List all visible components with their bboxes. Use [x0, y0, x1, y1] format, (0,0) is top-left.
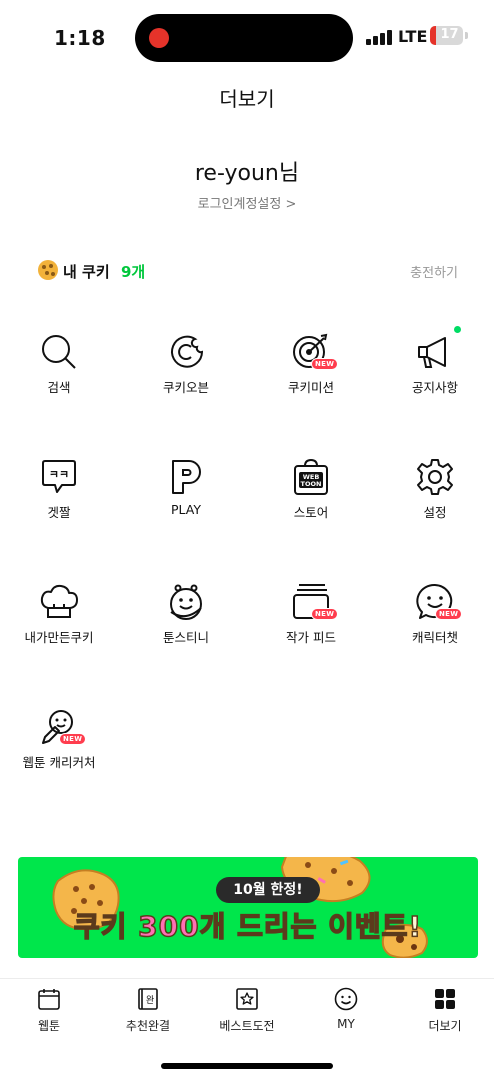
smile-icon [334, 987, 358, 1011]
dynamic-island [135, 14, 353, 62]
tab-best[interactable]: 베스트도전 [198, 987, 296, 1043]
tab-label: 추천완결 [125, 1019, 171, 1033]
menu-label: 검색 [47, 380, 71, 395]
bottom-tab-bar: 웹툰 완 추천완결 베스트도전 MY 더보기 [0, 978, 494, 1050]
signal-icon [366, 29, 392, 45]
tab-label: 웹툰 [37, 1019, 61, 1033]
tab-label: 더보기 [428, 1019, 462, 1033]
menu-label: 툰스티니 [162, 630, 209, 645]
cookie-row: 내 쿠키 9개 충전하기 [38, 258, 460, 284]
menu-label: 쿠키오븐 [162, 380, 209, 395]
menu-play[interactable]: PLAY [131, 457, 241, 547]
search-icon [42, 335, 76, 369]
menu-label: 작가 피드 [286, 630, 336, 645]
menu-my-cookie[interactable]: 내가만든쿠키 [4, 582, 114, 672]
menu-notice[interactable]: 공지사항 [380, 326, 490, 422]
banner-text-prefix: 쿠키 [73, 909, 139, 944]
battery-cap [465, 32, 468, 39]
megaphone-icon [418, 337, 446, 368]
banner-text-number: 300 [137, 909, 200, 944]
banner-tag: 10월 한정! [216, 877, 320, 903]
menu-label: 겟짤 [47, 505, 71, 520]
menu-settings[interactable]: 설정 [380, 457, 490, 547]
chef-hat-icon [40, 584, 78, 618]
complete-book-icon: 완 [138, 988, 158, 1010]
menu-author-feed[interactable]: NEW 작가 피드 [256, 582, 366, 672]
event-banner[interactable]: 10월 한정! 쿠키 300개 드리는 이벤트! [18, 857, 478, 958]
status-time: 1:18 [54, 26, 106, 50]
cookie-icon [38, 260, 58, 280]
tab-more[interactable]: 더보기 [396, 987, 494, 1043]
getjjal-icon: ㅋㅋ [42, 460, 76, 493]
home-indicator [161, 1063, 333, 1069]
menu-label: 스토어 [293, 505, 329, 520]
getjjal-icon-text: ㅋㅋ [49, 468, 69, 481]
menu-label: 캐릭터챗 [411, 630, 458, 645]
menu-label: PLAY [170, 502, 201, 517]
menu-cookie-oven[interactable]: 쿠키오븐 [131, 332, 241, 422]
banner-text-suffix: 개 드리는 이벤트! [199, 909, 423, 944]
grid-icon [435, 989, 455, 1009]
toon-destiny-icon [170, 584, 202, 620]
new-badge: NEW [59, 733, 87, 745]
cookie-oven-icon [171, 335, 204, 368]
menu-label: 설정 [423, 505, 447, 520]
gear-icon [417, 459, 453, 495]
tab-recommended[interactable]: 완 추천완결 [99, 987, 197, 1043]
network-label: LTE [398, 27, 428, 46]
status-bar: 1:18 LTE 17 [0, 0, 494, 76]
menu-caricature[interactable]: NEW 웹툰 캐리커처 [4, 707, 114, 797]
star-box-icon [236, 988, 258, 1010]
menu-cookie-mission[interactable]: NEW 쿠키미션 [256, 332, 366, 422]
login-settings-link[interactable]: 로그인계정설정 > [0, 193, 494, 212]
play-icon [172, 460, 201, 494]
new-badge: NEW [311, 608, 339, 620]
page-title: 더보기 [219, 87, 275, 111]
book-icon-text: 완 [146, 995, 154, 1006]
menu-search[interactable]: 검색 [4, 332, 114, 422]
store-bag-icon: WEBTOON [294, 458, 328, 495]
menu-getjjal[interactable]: ㅋㅋ 겟짤 [4, 457, 114, 547]
tab-label: MY [337, 1017, 355, 1031]
cookie-count: 9개 [121, 263, 146, 281]
menu-character-chat[interactable]: NEW 캐릭터챗 [380, 582, 490, 672]
battery-percent: 17 [440, 27, 459, 42]
menu-label: 공지사항 [411, 380, 458, 395]
battery-icon: 17 [430, 26, 463, 45]
menu-toon-destiny[interactable]: 툰스티니 [131, 582, 241, 672]
menu-store[interactable]: WEB TOON 스토어 [256, 457, 366, 547]
tab-label: 베스트도전 [219, 1019, 275, 1033]
new-badge: NEW [311, 358, 339, 370]
new-badge: NEW [435, 608, 463, 620]
charge-button[interactable]: 충전하기 [410, 262, 458, 281]
user-name: re-youn님 [194, 161, 300, 186]
banner-headline: 쿠키 300개 드리는 이벤트! [18, 905, 478, 945]
tab-webtoon[interactable]: 웹툰 [0, 987, 98, 1043]
my-cookie-label: 내 쿠키 [63, 263, 110, 281]
recording-indicator [149, 28, 169, 48]
store-icon-text-bottom: TOON [301, 480, 322, 488]
menu-label: 내가만든쿠키 [24, 630, 94, 645]
menu-label: 쿠키미션 [287, 380, 334, 395]
notification-dot [454, 326, 461, 333]
menu-label: 웹툰 캐리커처 [22, 755, 96, 770]
tab-my[interactable]: MY [297, 987, 395, 1043]
calendar-icon [38, 989, 60, 1010]
